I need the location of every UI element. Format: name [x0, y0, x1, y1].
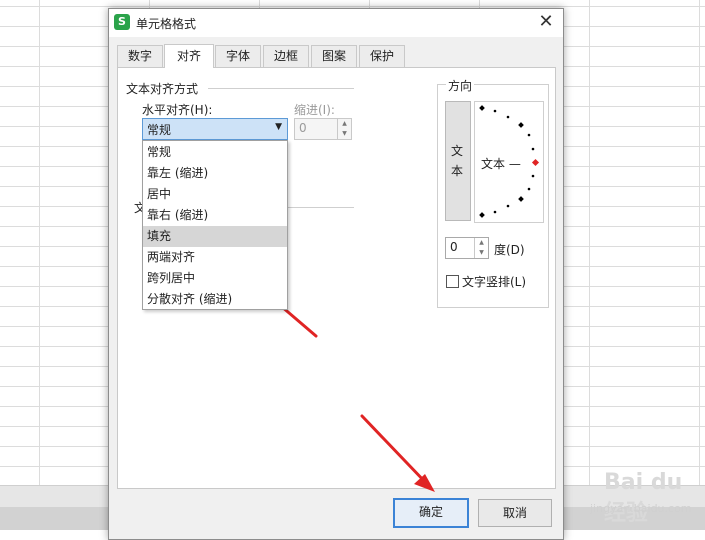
indent-spin-buttons[interactable]: ▲ ▼: [337, 119, 351, 139]
spin-up-icon: ▲: [479, 239, 484, 246]
vertical-text-checkbox[interactable]: [446, 275, 459, 288]
group-divider-2: [288, 207, 354, 208]
app-logo-icon: S: [114, 14, 130, 30]
horizontal-align-value: 常规: [147, 123, 172, 137]
vertical-text-char-1: 文: [451, 144, 464, 158]
tab-border[interactable]: 边框: [263, 45, 309, 67]
spin-down-icon: ▼: [342, 130, 347, 137]
tab-alignment[interactable]: 对齐: [164, 44, 214, 68]
ok-button[interactable]: 确定: [393, 498, 469, 528]
option-general[interactable]: 常规: [143, 142, 287, 163]
tab-number[interactable]: 数字: [117, 45, 163, 67]
horizontal-align-dropdown: 常规 靠左 (缩进) 居中 靠右 (缩进) 填充 两端对齐 跨列居中 分散对齐 …: [142, 140, 288, 310]
degree-value: 0: [450, 240, 458, 254]
indent-stepper[interactable]: 0 ▲ ▼: [294, 118, 352, 140]
text-alignment-group-title: 文本对齐方式: [126, 82, 199, 96]
alignment-panel: 文本对齐方式 水平对齐(H): 缩进(I): 常规 ▼ 0 ▲ ▼ 文 常规 靠左…: [117, 67, 556, 489]
orientation-dial[interactable]: 文本 —: [474, 101, 544, 223]
format-cells-dialog: S 单元格格式 ✕ 数字 对齐 字体 边框 图案 保护 文本对齐方式 水平对齐(…: [108, 8, 564, 540]
degree-spin-buttons[interactable]: ▲ ▼: [474, 238, 488, 258]
orientation-group: 方向 文 本 文本 — 0 ▲ ▼ 度(D) 文字竖排(L): [437, 77, 549, 308]
dialog-titlebar: S 单元格格式 ✕: [109, 9, 563, 37]
spin-up-icon: ▲: [342, 120, 347, 127]
vertical-text-char-2: 本: [451, 164, 464, 178]
baidu-watermark: Bai du 经验: [604, 470, 683, 526]
group-divider: [208, 88, 354, 89]
option-distributed-indent[interactable]: 分散对齐 (缩进): [143, 289, 287, 310]
vertical-text-button[interactable]: 文 本: [445, 101, 471, 221]
dropdown-arrow-icon: ▼: [275, 122, 282, 132]
dial-text: 文本 —: [481, 157, 521, 171]
orientation-title: 方向: [446, 77, 475, 94]
option-justify[interactable]: 两端对齐: [143, 247, 287, 268]
indent-value: 0: [299, 121, 307, 135]
tab-pattern[interactable]: 图案: [311, 45, 357, 67]
baidu-watermark-url: jingyan.baidu.com: [590, 502, 692, 515]
dialog-title: 单元格格式: [136, 17, 197, 31]
indent-label: 缩进(I):: [294, 103, 335, 117]
option-left-indent[interactable]: 靠左 (缩进): [143, 163, 287, 184]
option-right-indent[interactable]: 靠右 (缩进): [143, 205, 287, 226]
cancel-button[interactable]: 取消: [478, 499, 552, 527]
tab-protection[interactable]: 保护: [359, 45, 405, 67]
option-center[interactable]: 居中: [143, 184, 287, 205]
degree-stepper[interactable]: 0 ▲ ▼: [445, 237, 489, 259]
horizontal-align-select[interactable]: 常规 ▼: [142, 118, 288, 140]
spin-down-icon: ▼: [479, 249, 484, 256]
vertical-text-checkbox-label: 文字竖排(L): [462, 275, 527, 289]
horizontal-align-label: 水平对齐(H):: [142, 103, 213, 117]
option-center-across[interactable]: 跨列居中: [143, 268, 287, 289]
close-button[interactable]: ✕: [533, 11, 559, 35]
option-fill[interactable]: 填充: [143, 226, 287, 247]
tab-font[interactable]: 字体: [215, 45, 261, 67]
degree-label: 度(D): [494, 243, 525, 257]
